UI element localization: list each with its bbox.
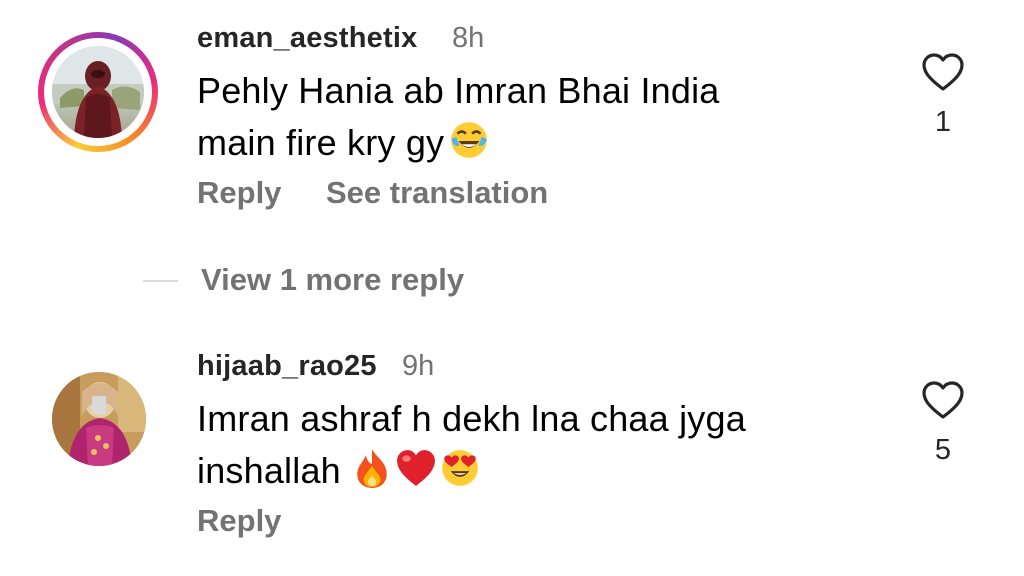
comment-text: Imran ashraf h dekh lna chaa jyga inshal…: [197, 393, 746, 497]
comment-text-line: Imran ashraf h dekh lna chaa jyga: [197, 398, 746, 439]
heart-outline-icon[interactable]: [921, 52, 965, 92]
like-count: 5: [934, 434, 952, 466]
red-heart-icon: [397, 450, 435, 486]
comment-text: Pehly Hania ab Imran Bhai India main fir…: [197, 65, 720, 169]
comment-text-line: Pehly Hania ab Imran Bhai India: [197, 70, 720, 111]
comment-text-line: main fire kry gy: [197, 122, 445, 163]
comment-timestamp: 8h: [452, 22, 485, 54]
fire-icon: [357, 449, 387, 488]
reply-button[interactable]: Reply: [197, 503, 281, 539]
reply-button[interactable]: Reply: [197, 175, 281, 211]
avatar-story-ring[interactable]: [38, 32, 158, 152]
face-with-tears-of-joy-icon: [451, 122, 488, 158]
comments-panel: eman_aesthetix 8h Pehly Hania ab Imran B…: [0, 0, 1024, 576]
like-count: 1: [934, 106, 952, 138]
heart-outline-icon[interactable]: [921, 380, 965, 420]
comment-text-line-with-emoji: main fire kry gy: [197, 117, 720, 169]
view-more-replies-button[interactable]: View 1 more reply: [201, 262, 464, 298]
avatar: [52, 46, 144, 138]
smiling-face-with-heart-eyes-icon: [442, 450, 478, 486]
see-translation-button[interactable]: See translation: [326, 175, 548, 211]
replies-divider: [143, 280, 178, 282]
comment-timestamp: 9h: [402, 350, 435, 382]
comment-text-line-with-emoji: inshallah: [197, 445, 746, 497]
comment-text-line: inshallah: [197, 450, 341, 491]
comment-username[interactable]: hijaab_rao25: [197, 350, 377, 383]
avatar[interactable]: [52, 372, 146, 466]
comment-username[interactable]: eman_aesthetix: [197, 22, 417, 55]
